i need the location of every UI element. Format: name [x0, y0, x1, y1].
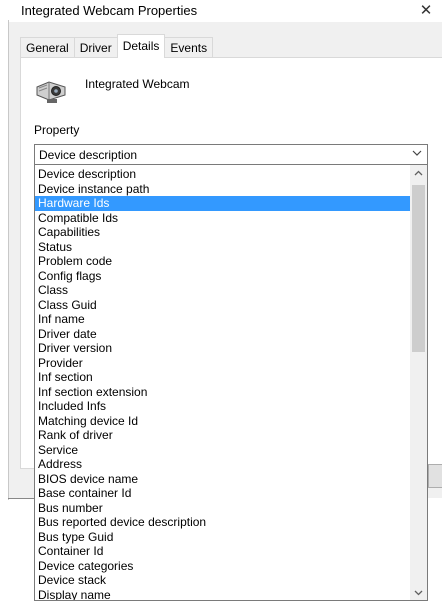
- list-item[interactable]: Device stack: [35, 573, 411, 588]
- list-item[interactable]: Capabilities: [35, 225, 411, 240]
- property-select[interactable]: Device description: [34, 144, 428, 165]
- list-item[interactable]: Driver version: [35, 341, 411, 356]
- list-item[interactable]: Display name: [35, 588, 411, 601]
- list-item[interactable]: Device instance path: [35, 182, 411, 197]
- list-item[interactable]: Container Id: [35, 544, 411, 559]
- list-item[interactable]: Provider: [35, 356, 411, 371]
- tab-general[interactable]: General: [20, 37, 75, 58]
- list-item[interactable]: Device categories: [35, 559, 411, 574]
- scroll-up-icon[interactable]: [410, 165, 427, 182]
- property-select-value: Device description: [39, 148, 138, 162]
- list-item[interactable]: Bus number: [35, 501, 411, 516]
- chevron-down-icon[interactable]: [412, 148, 422, 158]
- list-item[interactable]: Compatible Ids: [35, 211, 411, 226]
- list-item[interactable]: Address: [35, 457, 411, 472]
- device-name: Integrated Webcam: [85, 77, 190, 91]
- list-item[interactable]: Problem code: [35, 254, 411, 269]
- list-item[interactable]: Inf name: [35, 312, 411, 327]
- list-item[interactable]: Bus reported device description: [35, 515, 411, 530]
- list-item[interactable]: Device description: [35, 167, 411, 182]
- property-dropdown-list[interactable]: Device description Device instance path …: [34, 165, 428, 601]
- list-scrollbar[interactable]: [410, 165, 427, 601]
- tab-driver[interactable]: Driver: [73, 37, 118, 58]
- list-item[interactable]: Inf section: [35, 370, 411, 385]
- list-item[interactable]: Base container Id: [35, 486, 411, 501]
- window-border: [8, 20, 9, 500]
- list-item[interactable]: Rank of driver: [35, 428, 411, 443]
- list-item[interactable]: Class Guid: [35, 298, 411, 313]
- list-item[interactable]: Inf section extension: [35, 385, 411, 400]
- list-item[interactable]: Status: [35, 240, 411, 255]
- list-item[interactable]: Matching device Id: [35, 414, 411, 429]
- tab-strip: General Driver Details Events: [20, 34, 214, 58]
- list-item[interactable]: BIOS device name: [35, 472, 411, 487]
- tab-events[interactable]: Events: [164, 37, 214, 58]
- list-item[interactable]: Config flags: [35, 269, 411, 284]
- list-item-selected[interactable]: Hardware Ids: [35, 196, 411, 211]
- list-item[interactable]: Driver date: [35, 327, 411, 342]
- dialog-button-edge[interactable]: [428, 464, 442, 488]
- close-icon[interactable]: ✕: [416, 1, 436, 21]
- list-item[interactable]: Included Infs: [35, 399, 411, 414]
- list-item[interactable]: Service: [35, 443, 411, 458]
- scrollbar-thumb[interactable]: [412, 185, 425, 352]
- list-item[interactable]: Class: [35, 283, 411, 298]
- window-title: Integrated Webcam Properties: [21, 3, 198, 18]
- list-item[interactable]: Bus type Guid: [35, 530, 411, 545]
- title-bar: Integrated Webcam Properties ✕: [0, 0, 442, 24]
- property-label: Property: [34, 123, 80, 137]
- scroll-down-icon[interactable]: [410, 584, 427, 601]
- property-options: Device description Device instance path …: [35, 167, 411, 601]
- webcam-icon: [36, 81, 66, 103]
- tab-details[interactable]: Details: [116, 34, 166, 58]
